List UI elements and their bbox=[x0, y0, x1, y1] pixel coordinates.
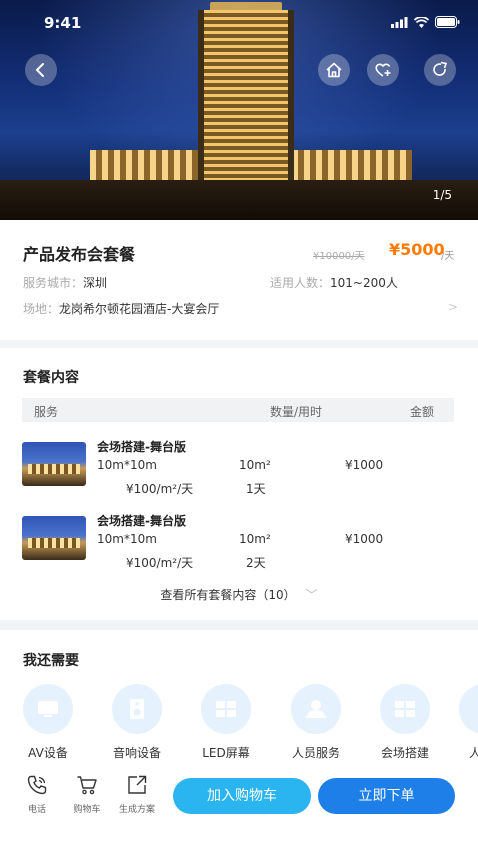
battery-icon bbox=[435, 16, 460, 28]
package-title: 套餐内容 bbox=[23, 370, 79, 386]
venue-label: 场地： bbox=[23, 302, 60, 316]
service-city: 服务城市：深圳 bbox=[23, 274, 107, 291]
led-screen-icon bbox=[201, 684, 251, 734]
capacity: 适用人数：101~200人 bbox=[270, 274, 398, 291]
venue-build-icon bbox=[380, 684, 430, 734]
see-all-package-link[interactable]: 查看所有套餐内容（10） ﹀ bbox=[0, 586, 478, 603]
service-amount: ¥1000 bbox=[345, 458, 384, 472]
need-item-person[interactable]: 人 bbox=[459, 684, 478, 761]
back-button[interactable] bbox=[25, 54, 57, 86]
service-city-value: 深圳 bbox=[83, 276, 108, 290]
need-item-venue[interactable]: 会场搭建 bbox=[370, 684, 440, 761]
favorite-button[interactable] bbox=[367, 54, 399, 86]
venue-value: 龙岗希尔顿花园酒店-大宴会厅 bbox=[59, 302, 220, 316]
staff-icon bbox=[291, 684, 341, 734]
need-label: LED屏幕 bbox=[202, 746, 250, 760]
service-city-label: 服务城市： bbox=[23, 276, 84, 290]
cart-label: 购物车 bbox=[73, 805, 101, 815]
table-row[interactable]: 会场搭建-舞台版 10m*10m ¥100/m²/天 10m² 2天 ¥1000 bbox=[22, 512, 454, 574]
status-icons bbox=[391, 16, 460, 28]
cart-icon bbox=[77, 776, 97, 795]
package-table-header: 服务 数量/用时 金额 bbox=[22, 398, 454, 422]
service-days: 2天 bbox=[246, 556, 266, 570]
service-size: 10m*10m bbox=[97, 532, 157, 546]
current-price: ¥5000 bbox=[389, 240, 445, 259]
home-button[interactable] bbox=[318, 54, 350, 86]
service-qty: 10m² bbox=[239, 532, 271, 546]
image-pager: 1/5 bbox=[432, 188, 452, 202]
service-thumbnail bbox=[22, 442, 86, 486]
status-bar: 9:41 bbox=[0, 0, 478, 44]
home-icon bbox=[326, 62, 342, 78]
header-amount: 金额 bbox=[410, 405, 435, 419]
price-unit: /天 bbox=[441, 251, 455, 262]
add-to-cart-button[interactable]: 加入购物车 bbox=[173, 778, 311, 814]
product-title: 产品发布会套餐 bbox=[23, 245, 136, 264]
product-info-card: 产品发布会套餐 ¥10000/天 ¥5000 /天 服务城市：深圳 适用人数：1… bbox=[0, 220, 478, 340]
need-item-audio[interactable]: 音响设备 bbox=[102, 684, 172, 761]
capacity-label: 适用人数： bbox=[270, 276, 331, 290]
original-price: ¥10000/天 bbox=[313, 251, 365, 262]
service-amount: ¥1000 bbox=[345, 532, 384, 546]
header-service: 服务 bbox=[34, 405, 59, 419]
need-item-led[interactable]: LED屏幕 bbox=[191, 684, 261, 761]
share-icon bbox=[433, 61, 448, 76]
service-name: 会场搭建-舞台版 bbox=[97, 514, 186, 528]
signal-icon bbox=[391, 16, 408, 28]
share-button[interactable] bbox=[424, 54, 456, 86]
service-size: 10m*10m bbox=[97, 458, 157, 472]
venue-row[interactable]: 场地：龙岗希尔顿花园酒店-大宴会厅 bbox=[23, 300, 219, 317]
service-days: 1天 bbox=[246, 482, 266, 496]
generate-plan-label: 生成方案 bbox=[118, 805, 155, 815]
speaker-icon bbox=[112, 684, 162, 734]
generate-plan-button[interactable]: 生成方案 bbox=[112, 774, 162, 815]
capacity-value: 101~200人 bbox=[330, 276, 398, 290]
service-name: 会场搭建-舞台版 bbox=[97, 440, 186, 454]
order-now-button[interactable]: 立即下单 bbox=[318, 778, 455, 814]
need-item-av[interactable]: AV设备 bbox=[13, 684, 83, 761]
also-need-title: 我还需要 bbox=[23, 653, 79, 669]
cart-button[interactable]: 购物车 bbox=[62, 774, 112, 815]
also-need-section: 我还需要 AV设备 音响设备 LED屏幕 人员服务 会场搭建 人 bbox=[0, 630, 478, 760]
see-all-label: 查看所有套餐内容（10） bbox=[160, 588, 290, 602]
hero-image[interactable]: 9:41 1/5 bbox=[0, 0, 478, 220]
need-item-staff[interactable]: 人员服务 bbox=[281, 684, 351, 761]
package-section: 套餐内容 服务 数量/用时 金额 会场搭建-舞台版 10m*10m ¥100/m… bbox=[0, 348, 478, 620]
chevron-left-icon bbox=[35, 63, 44, 77]
need-label: 会场搭建 bbox=[380, 746, 429, 760]
service-qty: 10m² bbox=[239, 458, 271, 472]
phone-icon bbox=[27, 775, 47, 795]
monitor-icon bbox=[23, 684, 73, 734]
person-icon bbox=[459, 684, 478, 734]
service-unit-price: ¥100/m²/天 bbox=[126, 482, 194, 496]
header-qty: 数量/用时 bbox=[270, 405, 323, 419]
chevron-down-icon: ﹀ bbox=[305, 588, 318, 602]
heart-plus-icon bbox=[375, 63, 391, 77]
bottom-action-bar: 电话 购物车 生成方案 加入购物车 立即下单 bbox=[0, 760, 478, 850]
phone-label: 电话 bbox=[27, 805, 46, 815]
phone-button[interactable]: 电话 bbox=[12, 774, 62, 815]
hero-ground bbox=[0, 180, 478, 220]
status-time: 9:41 bbox=[44, 14, 82, 32]
need-label: 音响设备 bbox=[112, 746, 161, 760]
need-label: 人 bbox=[469, 746, 478, 760]
wifi-icon bbox=[414, 16, 429, 28]
chevron-right-icon[interactable]: > bbox=[448, 300, 458, 314]
export-icon bbox=[128, 775, 147, 794]
service-thumbnail bbox=[22, 516, 86, 560]
need-label: 人员服务 bbox=[291, 746, 340, 760]
service-unit-price: ¥100/m²/天 bbox=[126, 556, 194, 570]
need-label: AV设备 bbox=[28, 746, 68, 760]
table-row[interactable]: 会场搭建-舞台版 10m*10m ¥100/m²/天 10m² 1天 ¥1000 bbox=[22, 438, 454, 500]
